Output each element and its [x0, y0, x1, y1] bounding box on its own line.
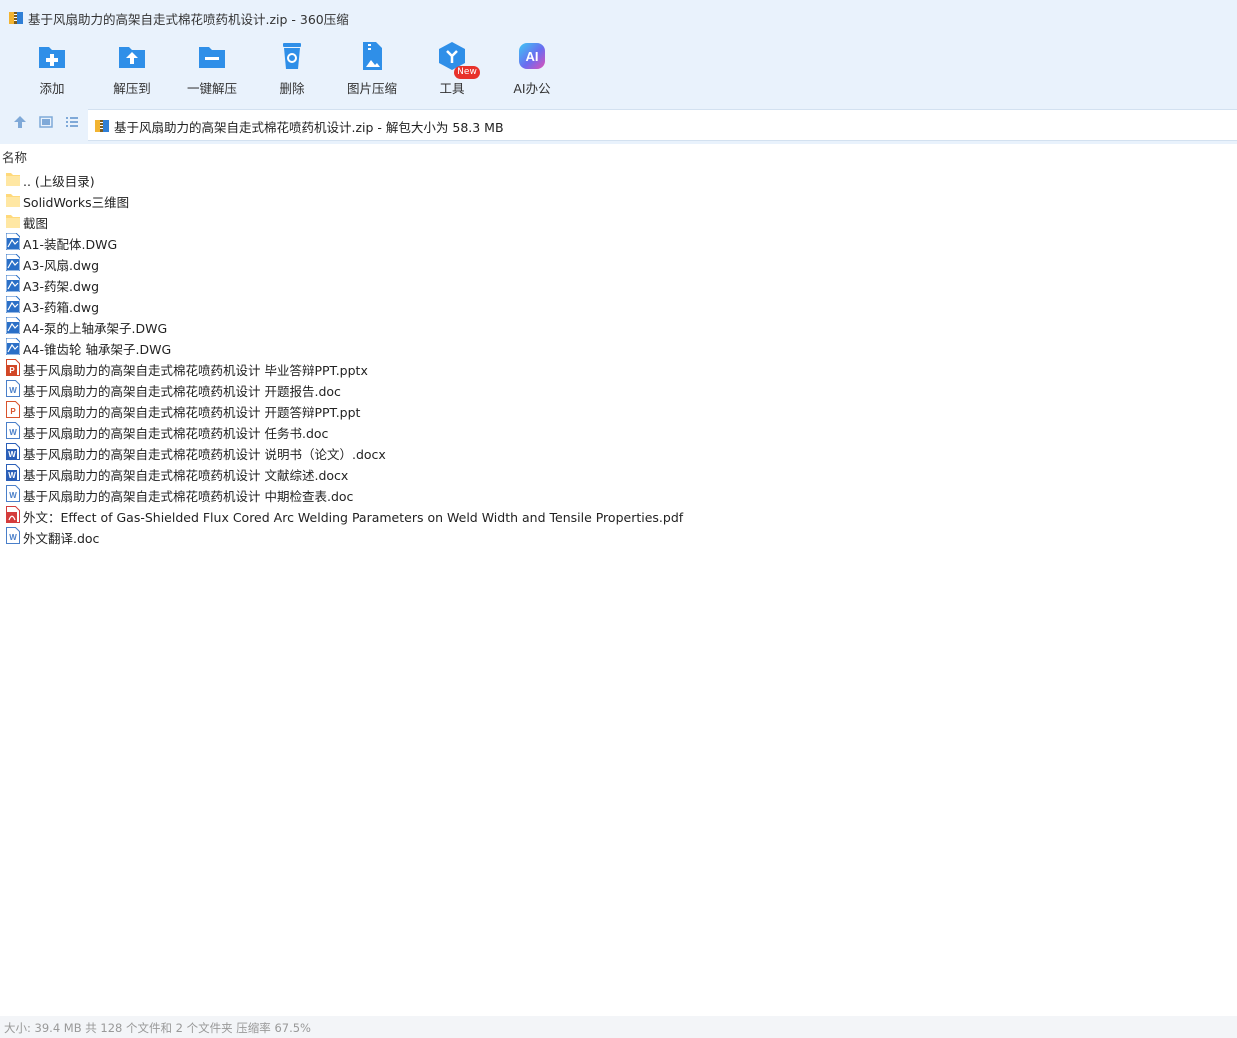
svg-text:W: W	[9, 428, 17, 437]
file-name: 截图	[23, 216, 49, 231]
file-row[interactable]: W 基于风扇助力的高架自走式棉花喷药机设计 文献综述.docx	[0, 462, 1237, 483]
dwg-file-icon	[5, 316, 21, 335]
file-row[interactable]: A1-装配体.DWG	[0, 231, 1237, 252]
title-bar: 基于风扇助力的高架自走式棉花喷药机设计.zip - 360压缩	[0, 0, 1237, 34]
delete-button[interactable]: 删除	[252, 34, 332, 102]
extract-to-icon	[119, 47, 145, 68]
address-bar: 基于风扇助力的高架自走式棉花喷药机设计.zip - 解包大小为 58.3 MB	[0, 106, 1237, 144]
svg-text:W: W	[9, 533, 17, 542]
dwg-file-icon	[5, 274, 21, 293]
file-name: 基于风扇助力的高架自走式棉花喷药机设计 说明书（论文）.docx	[23, 447, 386, 462]
one-click-extract-label: 一键解压	[186, 81, 237, 96]
file-row[interactable]: W 基于风扇助力的高架自走式棉花喷药机设计 任务书.doc	[0, 420, 1237, 441]
zip-archive-icon	[9, 12, 23, 24]
list-view-icon[interactable]	[64, 114, 80, 130]
file-row[interactable]: A4-锥齿轮 轴承架子.DWG	[0, 336, 1237, 357]
file-row[interactable]: 外文：Effect of Gas-Shielded Flux Cored Arc…	[0, 504, 1237, 525]
column-header-name[interactable]: 名称	[2, 147, 27, 166]
one-click-extract-button[interactable]: 一键解压	[172, 34, 252, 102]
image-compress-label: 图片压缩	[346, 81, 397, 96]
file-row[interactable]: A3-药箱.dwg	[0, 294, 1237, 315]
extract-to-label: 解压到	[113, 81, 151, 96]
svg-text:W: W	[8, 450, 16, 459]
one-click-extract-icon	[199, 47, 225, 68]
ai-office-label: AI办公	[513, 81, 551, 96]
zip-archive-icon	[95, 120, 109, 132]
file-row[interactable]: P 基于风扇助力的高架自走式棉花喷药机设计 开题答辩PPT.ppt	[0, 399, 1237, 420]
file-name: 基于风扇助力的高架自走式棉花喷药机设计 文献综述.docx	[23, 468, 349, 483]
file-name: SolidWorks三维图	[23, 195, 130, 210]
status-text: 大小: 39.4 MB 共 128 个文件和 2 个文件夹 压缩率 67.5%	[4, 1021, 311, 1035]
ai-office-button[interactable]: AI AI办公	[492, 34, 572, 102]
file-name: 基于风扇助力的高架自走式棉花喷药机设计 任务书.doc	[23, 426, 329, 441]
svg-text:W: W	[9, 386, 17, 395]
file-row[interactable]: W 基于风扇助力的高架自走式棉花喷药机设计 中期检查表.doc	[0, 483, 1237, 504]
add-label: 添加	[39, 81, 65, 96]
doc-file-icon: W	[6, 485, 20, 502]
dwg-file-icon	[5, 232, 21, 251]
doc-file-icon: W	[6, 527, 20, 544]
svg-text:W: W	[8, 471, 16, 480]
image-compress-button[interactable]: 图片压缩	[332, 34, 412, 102]
doc-file-icon: W	[6, 422, 20, 439]
dwg-file-icon	[5, 295, 21, 314]
svg-text:P: P	[9, 366, 15, 375]
file-name: 基于风扇助力的高架自走式棉花喷药机设计 毕业答辩PPT.pptx	[23, 363, 368, 378]
file-name: A4-泵的上轴承架子.DWG	[23, 321, 168, 336]
file-name: 基于风扇助力的高架自走式棉花喷药机设计 开题报告.doc	[23, 384, 341, 399]
file-name: 外文翻译.doc	[23, 531, 100, 546]
file-name: 基于风扇助力的高架自走式棉花喷药机设计 中期检查表.doc	[23, 489, 354, 504]
up-arrow-icon[interactable]	[12, 114, 28, 130]
file-row[interactable]: A3-药架.dwg	[0, 273, 1237, 294]
dwg-file-icon	[5, 337, 21, 356]
pptx-file-icon: P	[6, 359, 20, 376]
file-name: A1-装配体.DWG	[23, 237, 118, 252]
docx-file-icon: W	[6, 443, 20, 460]
new-badge: New	[454, 66, 480, 79]
file-row[interactable]: .. (上级目录)	[0, 168, 1237, 189]
file-row[interactable]: SolidWorks三维图	[0, 189, 1237, 210]
doc-file-icon: W	[6, 380, 20, 397]
docx-file-icon: W	[6, 464, 20, 481]
address-field[interactable]: 基于风扇助力的高架自走式棉花喷药机设计.zip - 解包大小为 58.3 MB	[88, 109, 1237, 141]
file-name: A3-风扇.dwg	[23, 258, 100, 273]
image-compress-icon	[363, 42, 382, 70]
extract-to-button[interactable]: 解压到	[92, 34, 172, 102]
ai-office-icon: AI	[519, 43, 545, 69]
file-row[interactable]: P 基于风扇助力的高架自走式棉花喷药机设计 毕业答辩PPT.pptx	[0, 357, 1237, 378]
window-title: 基于风扇助力的高架自走式棉花喷药机设计.zip - 360压缩	[28, 12, 349, 27]
add-button[interactable]: 添加	[12, 34, 92, 102]
file-name: A4-锥齿轮 轴承架子.DWG	[23, 342, 172, 357]
svg-text:P: P	[10, 407, 16, 416]
file-row[interactable]: W 外文翻译.doc	[0, 525, 1237, 546]
file-row[interactable]: A4-泵的上轴承架子.DWG	[0, 315, 1237, 336]
tools-label: 工具	[439, 81, 465, 96]
file-row[interactable]: A3-风扇.dwg	[0, 252, 1237, 273]
file-name: .. (上级目录)	[23, 174, 95, 189]
pdf-file-icon	[6, 506, 20, 523]
ppt-file-icon: P	[6, 401, 20, 418]
file-row[interactable]: W 基于风扇助力的高架自走式棉花喷药机设计 开题报告.doc	[0, 378, 1237, 399]
dwg-file-icon	[5, 253, 21, 272]
recycle-bin-icon	[283, 43, 301, 69]
thumbnail-view-icon[interactable]	[38, 114, 54, 130]
toolbar: 添加 解压到 一键解压 删除 图片压缩 工具 New AI AI办公	[0, 34, 1237, 106]
address-path: 基于风扇助力的高架自走式棉花喷药机设计.zip - 解包大小为 58.3 MB	[114, 120, 504, 135]
delete-label: 删除	[279, 81, 305, 96]
file-name: 外文：Effect of Gas-Shielded Flux Cored Arc…	[23, 510, 684, 525]
folder-icon	[6, 212, 20, 229]
file-name: A3-药箱.dwg	[23, 300, 100, 315]
file-list: .. (上级目录) SolidWorks三维图 截图 A1-装配体.DWG A3-风扇.…	[0, 168, 1237, 546]
folder-icon	[6, 170, 20, 187]
status-bar: 大小: 39.4 MB 共 128 个文件和 2 个文件夹 压缩率 67.5%	[0, 1016, 1237, 1038]
tools-button[interactable]: 工具	[412, 34, 492, 102]
file-name: A3-药架.dwg	[23, 279, 100, 294]
svg-text:AI: AI	[526, 49, 539, 64]
file-name: 基于风扇助力的高架自走式棉花喷药机设计 开题答辩PPT.ppt	[23, 405, 361, 420]
file-row[interactable]: 截图	[0, 210, 1237, 231]
add-folder-icon	[39, 47, 65, 68]
folder-icon	[6, 191, 20, 208]
svg-text:W: W	[9, 491, 17, 500]
file-row[interactable]: W 基于风扇助力的高架自走式棉花喷药机设计 说明书（论文）.docx	[0, 441, 1237, 462]
